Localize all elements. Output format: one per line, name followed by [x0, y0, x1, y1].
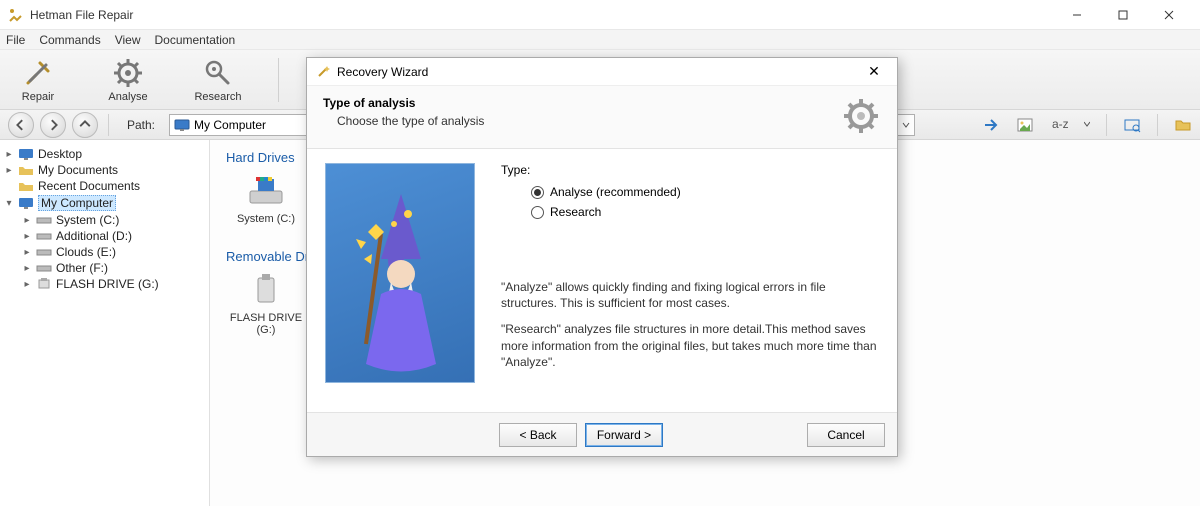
chevron-right-icon[interactable]: ▸ [22, 263, 32, 274]
chevron-down-icon[interactable]: ▾ [4, 198, 14, 209]
analyse-button[interactable]: Analyse [98, 57, 158, 103]
tree-my-documents[interactable]: ▸ My Documents [4, 162, 205, 178]
monitor-icon [18, 196, 34, 210]
dialog-body: Type: Analyse (recommended) Research "An… [307, 149, 897, 412]
dialog-header-sub: Choose the type of analysis [337, 114, 841, 128]
radio-icon [531, 186, 544, 199]
tree-drive-d[interactable]: ▸Additional (D:) [22, 228, 205, 244]
drive-icon [36, 213, 52, 227]
chevron-right-icon[interactable]: ▸ [4, 165, 14, 176]
usb-icon [36, 277, 52, 291]
wizard-image [325, 163, 475, 383]
minimize-button[interactable] [1054, 0, 1100, 30]
app-icon [8, 7, 24, 23]
chevron-right-icon[interactable]: ▸ [4, 149, 14, 160]
menu-commands[interactable]: Commands [39, 33, 100, 47]
back-button[interactable] [8, 112, 34, 138]
dialog-header-title: Type of analysis [323, 96, 841, 110]
radio-icon [531, 206, 544, 219]
folder-icon[interactable] [1174, 116, 1192, 134]
chevron-right-icon[interactable]: ▸ [22, 247, 32, 258]
tree-drive-e[interactable]: ▸Clouds (E:) [22, 244, 205, 260]
maximize-button[interactable] [1100, 0, 1146, 30]
chevron-right-icon[interactable]: ▸ [22, 279, 32, 290]
menu-view[interactable]: View [115, 33, 141, 47]
magnifier-gear-icon [202, 57, 234, 89]
type-label: Type: [501, 163, 879, 177]
drive-system-c[interactable]: System (C:) [226, 173, 306, 225]
dialog-title: Recovery Wizard [337, 65, 859, 79]
close-button[interactable] [1146, 0, 1192, 30]
picture-icon[interactable] [1016, 116, 1034, 134]
drive-icon [36, 245, 52, 259]
dialog-desc-2: "Research" analyzes file structures in m… [501, 321, 879, 370]
monitor-icon [18, 147, 34, 161]
tree-desktop[interactable]: ▸ Desktop [4, 146, 205, 162]
radio-analyse[interactable]: Analyse (recommended) [531, 185, 879, 199]
gear-icon [112, 57, 144, 89]
chevron-right-icon[interactable]: ▸ [22, 215, 32, 226]
radio-analyse-label: Analyse (recommended) [550, 185, 681, 199]
window-title: Hetman File Repair [30, 8, 1054, 22]
drive-icon [36, 261, 52, 275]
menu-documentation[interactable]: Documentation [155, 33, 236, 47]
back-button[interactable]: < Back [499, 423, 577, 447]
forward-button[interactable]: Forward > [585, 423, 663, 447]
usb-icon [246, 272, 286, 308]
preview-icon[interactable] [1123, 116, 1141, 134]
radio-research-label: Research [550, 205, 601, 219]
menubar: File Commands View Documentation [0, 30, 1200, 50]
tree-drive-c[interactable]: ▸System (C:) [22, 212, 205, 228]
tree: ▸ Desktop ▸ My Documents ▸ Recent Docume… [0, 140, 210, 506]
folder-icon [18, 179, 34, 193]
svg-text:a-z: a-z [1052, 117, 1068, 131]
dialog-close-button[interactable]: ✕ [859, 63, 889, 80]
cancel-button[interactable]: Cancel [807, 423, 885, 447]
tree-drive-g[interactable]: ▸FLASH DRIVE (G:) [22, 276, 205, 292]
dialog-header: Type of analysis Choose the type of anal… [307, 86, 897, 149]
wrench-icon [22, 57, 54, 89]
up-button[interactable] [72, 112, 98, 138]
recovery-wizard-dialog: Recovery Wizard ✕ Type of analysis Choos… [306, 57, 898, 457]
gear-icon [841, 96, 881, 136]
drive-icon [246, 173, 286, 209]
sort-icon[interactable]: a-z [1050, 116, 1068, 134]
go-icon[interactable] [982, 116, 1000, 134]
path-label: Path: [127, 118, 155, 132]
forward-button[interactable] [40, 112, 66, 138]
chevron-right-icon[interactable]: ▸ [22, 231, 32, 242]
monitor-icon [174, 119, 190, 131]
wand-icon [315, 64, 331, 80]
drive-flash-g[interactable]: FLASH DRIVE (G:) [226, 272, 306, 336]
tree-recent-documents[interactable]: ▸ Recent Documents [4, 178, 205, 194]
research-button[interactable]: Research [188, 57, 248, 103]
titlebar: Hetman File Repair [0, 0, 1200, 30]
radio-research[interactable]: Research [531, 205, 879, 219]
menu-file[interactable]: File [6, 33, 25, 47]
drive-icon [36, 229, 52, 243]
tree-my-computer[interactable]: ▾ My Computer [4, 194, 205, 212]
tree-drive-f[interactable]: ▸Other (F:) [22, 260, 205, 276]
repair-button[interactable]: Repair [8, 57, 68, 103]
dropdown-caret-icon[interactable] [1084, 116, 1090, 134]
folder-icon [18, 163, 34, 177]
dialog-footer: < Back Forward > Cancel [307, 412, 897, 456]
dialog-desc-1: "Analyze" allows quickly finding and fix… [501, 279, 879, 311]
dialog-titlebar: Recovery Wizard ✕ [307, 58, 897, 86]
